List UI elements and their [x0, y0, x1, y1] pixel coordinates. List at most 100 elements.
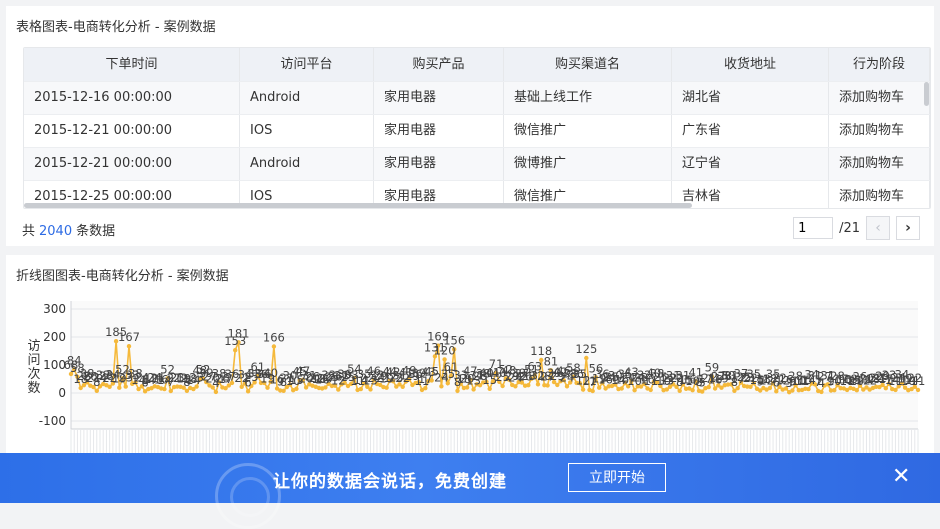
column-header[interactable]: 购买产品 — [374, 48, 504, 81]
data-point — [545, 383, 550, 388]
record-count-suffix: 条数据 — [76, 224, 116, 239]
table-cell: 2015-12-21 00:00:00 — [24, 115, 240, 147]
data-point — [368, 387, 373, 392]
table-cell: 添加购物车 — [829, 181, 930, 208]
data-point — [580, 387, 586, 392]
data-point — [117, 385, 122, 390]
pagination: /21 ‹ › — [793, 216, 920, 240]
table-cell: IOS — [240, 115, 374, 147]
data-point — [94, 388, 100, 393]
column-header[interactable]: 收货地址 — [672, 48, 829, 81]
data-point — [384, 385, 389, 390]
column-header[interactable]: 下单时间 — [24, 48, 240, 81]
column-header[interactable]: 行为阶段 — [829, 48, 930, 81]
table-row[interactable]: 2015-12-16 00:00:00 Android 家用电器 基础上线工作 … — [24, 81, 930, 114]
data-point — [126, 344, 132, 349]
next-page-button[interactable]: › — [896, 216, 920, 240]
y-axis-label: 访 — [27, 339, 40, 354]
data-point — [648, 387, 653, 393]
table-cell: 2015-12-16 00:00:00 — [24, 82, 240, 114]
table-cell: 辽宁省 — [672, 148, 829, 180]
table-cell: Android — [240, 148, 374, 180]
data-point — [271, 344, 277, 349]
data-point — [336, 387, 341, 392]
table-row[interactable]: 2015-12-21 00:00:00 IOS 家用电器 微信推广 广东省 添加… — [24, 114, 930, 147]
y-tick-label: 200 — [43, 330, 66, 344]
prev-page-button[interactable]: ‹ — [866, 216, 890, 240]
y-tick-label: -100 — [39, 414, 66, 428]
data-point — [712, 386, 718, 391]
table-cell: 添加购物车 — [829, 148, 930, 180]
data-label: 166 — [263, 331, 285, 345]
table-cell: 家用电器 — [374, 148, 504, 180]
table-cell: 吉林省 — [672, 181, 829, 208]
page-number-input[interactable] — [793, 217, 834, 239]
data-label: 181 — [228, 326, 250, 340]
data-table[interactable]: 下单时间 访问平台 购买产品 购买渠道名 收货地址 行为阶段 2015-12-1… — [23, 47, 931, 209]
data-point — [213, 389, 219, 395]
data-point — [832, 388, 837, 393]
chevron-left-icon: ‹ — [875, 220, 881, 236]
data-label: 125 — [575, 342, 597, 356]
record-count-prefix: 共 — [22, 224, 36, 239]
data-point — [239, 384, 244, 389]
y-tick-label: 0 — [58, 386, 66, 400]
y-axis-label: 次 — [27, 366, 40, 382]
data-point — [400, 384, 405, 389]
data-point — [513, 384, 518, 389]
y-tick-label: 300 — [43, 302, 66, 316]
data-point — [774, 389, 779, 394]
chevron-right-icon: › — [905, 220, 911, 236]
data-point — [233, 348, 238, 353]
data-label: 11 — [911, 374, 926, 388]
y-axis-label: 数 — [27, 381, 40, 396]
table-cell: 家用电器 — [374, 82, 504, 114]
y-tick-label: 100 — [43, 358, 66, 372]
data-point — [584, 355, 589, 361]
data-point — [168, 388, 173, 394]
chart-panel-title: 折线图图表-电商转化分析 - 案例数据 — [16, 269, 229, 284]
banner-slogan: 让你的数据会说话，免费创建 — [273, 472, 507, 492]
start-now-button[interactable]: 立即开始 — [568, 463, 666, 492]
data-point — [487, 386, 492, 391]
data-point — [590, 388, 595, 394]
table-header: 下单时间 访问平台 购买产品 购买渠道名 收货地址 行为阶段 — [24, 48, 930, 81]
data-point — [632, 388, 637, 393]
data-point — [915, 387, 921, 393]
table-cell: 微信推广 — [504, 115, 672, 147]
column-header[interactable]: 购买渠道名 — [504, 48, 672, 81]
close-icon[interactable]: ✕ — [892, 465, 910, 489]
data-point — [500, 383, 505, 389]
page-total: /21 — [839, 220, 860, 236]
record-count: 共 2040 条数据 — [22, 220, 115, 239]
vertical-scrollbar[interactable] — [924, 82, 929, 106]
table-cell: 添加购物车 — [829, 115, 930, 147]
data-point — [162, 386, 167, 392]
table-cell: 广东省 — [672, 115, 829, 147]
data-point — [854, 388, 859, 393]
data-point — [819, 389, 824, 395]
y-axis-label: 问 — [27, 353, 40, 368]
table-cell: 湖北省 — [672, 82, 829, 114]
horizontal-scrollbar[interactable] — [24, 203, 692, 208]
table-cell: 微博推广 — [504, 148, 672, 180]
data-point — [303, 385, 309, 390]
table-panel: 表格图表-电商转化分析 - 案例数据 下单时间 访问平台 购买产品 购买渠道名 … — [6, 6, 934, 246]
column-header[interactable]: 访问平台 — [240, 48, 374, 81]
data-point — [690, 388, 695, 393]
data-point — [245, 389, 251, 394]
data-point — [564, 384, 570, 389]
record-count-number: 2040 — [39, 224, 73, 239]
data-point — [455, 388, 460, 393]
decorative-circle — [230, 477, 270, 517]
table-row[interactable]: 2015-12-21 00:00:00 Android 家用电器 微博推广 辽宁… — [24, 147, 930, 180]
promo-banner: 让你的数据会说话，免费创建 立即开始 ✕ — [0, 453, 940, 529]
table-cell: 家用电器 — [374, 115, 504, 147]
table-cell: Android — [240, 82, 374, 114]
table-cell: 基础上线工作 — [504, 82, 672, 114]
data-point — [471, 387, 476, 392]
data-label: 167 — [118, 330, 140, 344]
data-point — [677, 388, 682, 393]
table-panel-title: 表格图表-电商转化分析 - 案例数据 — [16, 20, 216, 35]
data-point — [281, 388, 286, 393]
